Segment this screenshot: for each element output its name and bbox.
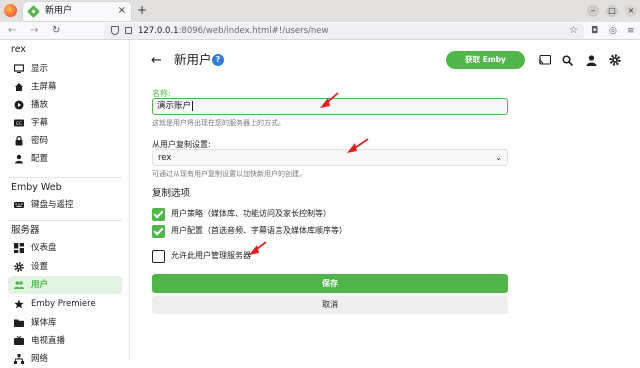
annotation-arrows	[249, 92, 369, 255]
arrow-annotation-copy	[347, 138, 369, 153]
arrow-annotation-name	[320, 92, 339, 108]
arrow-annotation-admin	[249, 241, 267, 255]
